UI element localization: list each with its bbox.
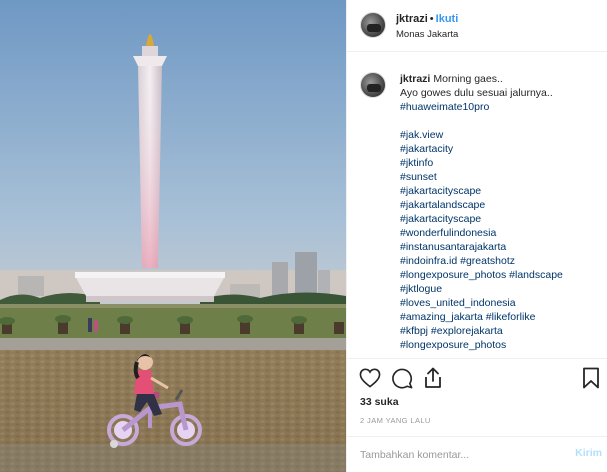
comment-input[interactable] (360, 447, 560, 463)
post-timestamp: 2 JAM YANG LALU (360, 416, 431, 425)
username-link[interactable]: jktrazi (396, 13, 428, 25)
caption-first-line: Morning gaes.. (433, 73, 503, 85)
heart-icon[interactable] (359, 368, 381, 391)
hashtag-link[interactable]: #indoinfra.id #greatshotz (400, 254, 600, 268)
comments-section[interactable]: jktrazi Morning gaes.. Ayo gowes dulu ses… (347, 52, 607, 358)
post-side-panel: jktrazi • Ikuti Monas Jakarta jktrazi Morni… (346, 0, 607, 472)
hashtag-link[interactable]: #longexposure_photos #landscape (400, 268, 600, 282)
post-header: jktrazi • Ikuti Monas Jakarta (347, 0, 607, 52)
hashtag-link[interactable]: #jakartacity (400, 142, 600, 156)
follow-button[interactable]: Ikuti (436, 13, 459, 25)
hashtag-link[interactable]: #kfbpj #explorejakarta (400, 324, 600, 338)
bookmark-icon[interactable] (582, 367, 600, 392)
caption-second-line: Ayo gowes dulu sesuai jalurnya.. (400, 87, 553, 99)
hashtag-link[interactable]: #loves_united_indonesia (400, 296, 600, 310)
hashtag-link[interactable]: #jktlogue (400, 282, 600, 296)
caption-username[interactable]: jktrazi (400, 73, 430, 85)
speech-bubble-icon[interactable] (391, 368, 413, 392)
hashtag-link[interactable]: #instanusantarajakarta (400, 240, 600, 254)
hashtag-link[interactable]: #jak.view (400, 128, 600, 142)
separator-dot: • (429, 13, 434, 25)
avatar[interactable] (360, 12, 386, 38)
hashtag-link[interactable]: #jktinfo (400, 156, 600, 170)
post-caption: jktrazi Morning gaes.. Ayo gowes dulu ses… (400, 72, 600, 352)
hashtag-link[interactable]: #longexposure_photos (400, 338, 600, 352)
location-link[interactable]: Monas Jakarta (396, 29, 458, 40)
hashtag-link[interactable]: #jakartalandscape (400, 198, 600, 212)
likes-count[interactable]: 33 suka (360, 396, 399, 408)
post-comment-button[interactable]: Kirim (575, 447, 602, 459)
hashtag-link[interactable]: #huaweimate10pro (400, 100, 600, 114)
comment-form: Kirim (347, 436, 607, 472)
post-header-user-line: jktrazi • Ikuti (396, 13, 458, 25)
caption-avatar[interactable] (360, 72, 386, 98)
share-icon[interactable] (423, 367, 443, 392)
post-actions: 33 suka 2 JAM YANG LALU Kirim (347, 358, 607, 472)
hashtag-link[interactable]: #amazing_jakarta #likeforlike (400, 310, 600, 324)
hashtag-link[interactable]: #jakartacityscape (400, 184, 600, 198)
hashtag-link[interactable]: #sunset (400, 170, 600, 184)
hashtag-link[interactable]: #wonderfulindonesia (400, 226, 600, 240)
post-photo[interactable] (0, 0, 346, 472)
hashtag-link[interactable]: #jakartacityscape (400, 212, 600, 226)
